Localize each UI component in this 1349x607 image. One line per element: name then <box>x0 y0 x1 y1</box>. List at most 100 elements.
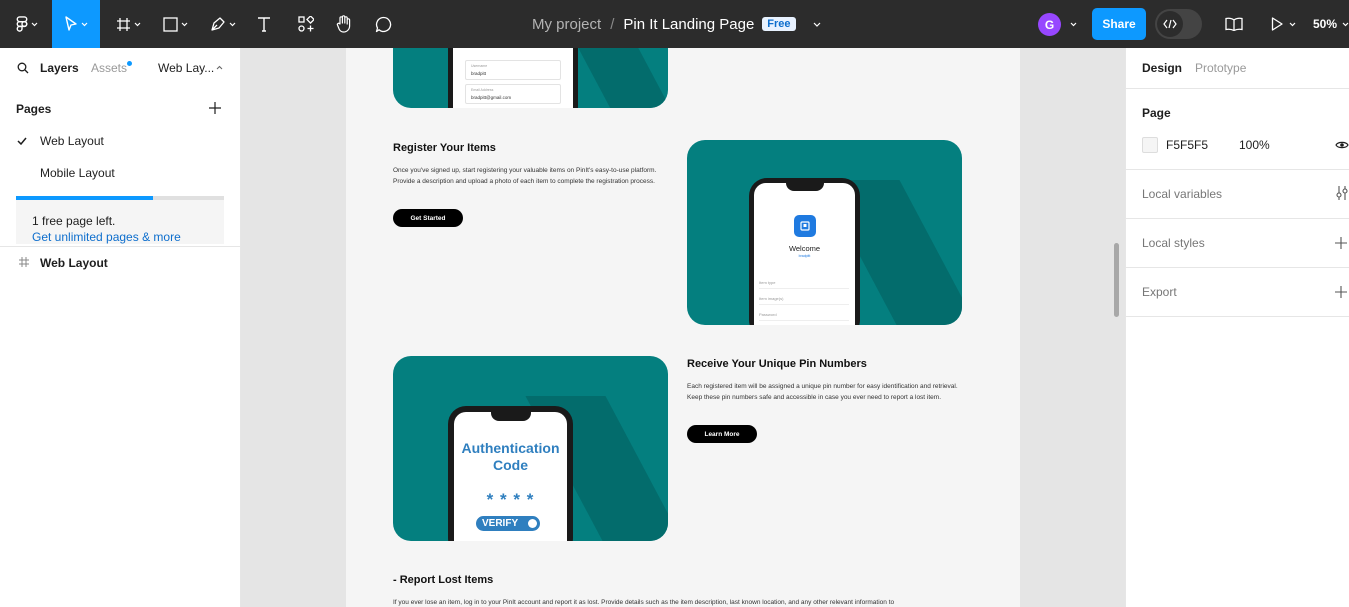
rectangle-icon <box>162 16 178 32</box>
verify-button-mockup: VERIFY <box>476 516 540 531</box>
export-label[interactable]: Export <box>1142 285 1177 299</box>
section-body: If you ever lose an item, log in to your… <box>393 599 895 606</box>
form-row: Password <box>759 308 849 321</box>
chevron-down-icon <box>181 22 187 26</box>
phone-mockup: Authentication Code * * * * VERIFY <box>448 406 573 541</box>
page-item-web-layout[interactable]: Web Layout <box>0 125 240 157</box>
dev-mode-toggle[interactable] <box>1155 9 1202 39</box>
components-icon <box>298 16 314 32</box>
file-title: My project / Pin It Landing Page Free <box>532 0 821 48</box>
tab-assets[interactable]: Assets <box>91 61 127 75</box>
upsell-link[interactable]: Get unlimited pages & more <box>32 230 181 244</box>
main-menu-button[interactable] <box>10 0 44 48</box>
phone-screen: Username bradpitt Email Address bradpitt… <box>453 48 573 108</box>
toolbar: My project / Pin It Landing Page Free G … <box>0 0 1349 48</box>
hand-tool-button[interactable] <box>332 0 356 48</box>
chevron-down-icon[interactable] <box>813 22 821 27</box>
phone-screen: Authentication Code * * * * VERIFY <box>454 412 567 541</box>
background-opacity[interactable]: 100% <box>1239 138 1270 152</box>
project-link[interactable]: My project <box>532 16 601 33</box>
learn-more-button[interactable]: Learn More <box>687 425 757 443</box>
pen-tool-button[interactable] <box>204 0 242 48</box>
shape-tool-button[interactable] <box>156 0 194 48</box>
hero-image-card: Username bradpitt Email Address bradpitt… <box>393 48 668 108</box>
toggle-knob <box>528 519 537 528</box>
tab-layers[interactable]: Layers <box>40 61 79 75</box>
comment-icon <box>375 16 391 32</box>
get-started-button[interactable]: Get Started <box>393 209 463 227</box>
frame-tool-button[interactable] <box>110 0 146 48</box>
variables-icon[interactable] <box>1336 186 1348 200</box>
section-heading: Register Your Items <box>393 142 496 154</box>
pages-heading: Pages <box>16 102 52 116</box>
add-style-icon[interactable] <box>1335 237 1347 249</box>
chevron-down-icon <box>229 22 236 26</box>
phone-mockup: Username bradpitt Email Address bradpitt… <box>448 48 578 108</box>
layer-row-web-layout[interactable]: Web Layout <box>0 253 240 273</box>
form-row: Item type <box>759 276 849 289</box>
zoom-level: 50% <box>1313 17 1338 31</box>
left-panel-tabs: Layers Assets Web Lay... <box>0 48 240 88</box>
canvas-scrollbar[interactable] <box>1114 243 1119 317</box>
text-tool-button[interactable] <box>252 0 276 48</box>
divider <box>0 246 240 247</box>
library-button[interactable] <box>1222 0 1246 48</box>
play-icon <box>1271 17 1283 31</box>
auth-title-line: Authentication <box>461 440 560 456</box>
resources-tool-button[interactable] <box>294 0 318 48</box>
verify-label: VERIFY <box>482 518 519 529</box>
layer-label: Web Layout <box>40 256 108 270</box>
web-layout-frame[interactable]: Username bradpitt Email Address bradpitt… <box>346 48 1020 607</box>
local-styles-label[interactable]: Local styles <box>1142 236 1205 250</box>
tab-prototype[interactable]: Prototype <box>1195 61 1246 75</box>
pages-progress-fill <box>16 196 154 200</box>
left-panel: Layers Assets Web Lay... Pages Web Layou… <box>0 48 241 607</box>
comment-tool-button[interactable] <box>371 0 395 48</box>
pin-app-icon <box>800 221 810 231</box>
present-button[interactable] <box>1266 0 1300 48</box>
search-icon[interactable] <box>17 62 29 74</box>
eye-icon[interactable] <box>1335 140 1349 150</box>
add-export-icon[interactable] <box>1335 286 1347 298</box>
multiplayer-menu-button[interactable] <box>1066 0 1080 48</box>
canvas[interactable]: Username bradpitt Email Address bradpitt… <box>241 48 1125 607</box>
page-selector[interactable]: Web Lay... <box>158 61 214 75</box>
field-label: Email Address <box>471 88 494 92</box>
zoom-menu[interactable]: 50% <box>1313 0 1349 48</box>
avatar[interactable]: G <box>1038 13 1061 36</box>
file-name[interactable]: Pin It Landing Page <box>623 16 754 33</box>
chevron-down-icon <box>1289 22 1295 26</box>
chevron-down-icon <box>81 22 88 26</box>
divider <box>1126 218 1349 219</box>
register-image-card: Welcome bradpitt Item type Item image(s)… <box>687 140 962 325</box>
local-variables-label[interactable]: Local variables <box>1142 187 1222 201</box>
share-button[interactable]: Share <box>1092 8 1146 40</box>
section-body: Once you've signed up, start registering… <box>393 167 657 185</box>
auth-title-line: Code <box>493 457 528 473</box>
row-label: Password <box>759 311 777 317</box>
form-row: Item image(s) <box>759 292 849 305</box>
tab-design[interactable]: Design <box>1142 61 1182 75</box>
figma-logo-icon <box>16 15 28 32</box>
frame-icon <box>116 17 130 31</box>
pen-icon <box>211 17 225 31</box>
background-hex[interactable]: F5F5F5 <box>1166 138 1208 152</box>
phone-notch <box>491 412 531 421</box>
chevron-down-icon <box>31 22 38 26</box>
row-label: Item image(s) <box>759 295 784 301</box>
chevron-up-icon[interactable] <box>216 65 223 70</box>
background-color-swatch[interactable] <box>1142 137 1158 153</box>
upsell-banner: 1 free page left. Get unlimited pages & … <box>16 196 224 244</box>
divider <box>1126 267 1349 268</box>
code-icon <box>1163 19 1177 29</box>
phone-notch <box>786 183 824 191</box>
text-icon <box>258 17 270 32</box>
plan-badge: Free <box>762 17 796 31</box>
pin-image-card: Authentication Code * * * * VERIFY <box>393 356 668 541</box>
page-item-mobile-layout[interactable]: Mobile Layout <box>0 157 240 189</box>
move-tool-button[interactable] <box>52 0 100 48</box>
breadcrumb-separator: / <box>610 15 615 33</box>
add-page-icon[interactable] <box>209 102 221 114</box>
book-icon <box>1225 17 1243 31</box>
right-panel: Design Prototype Page F5F5F5 100% Local … <box>1125 48 1349 607</box>
